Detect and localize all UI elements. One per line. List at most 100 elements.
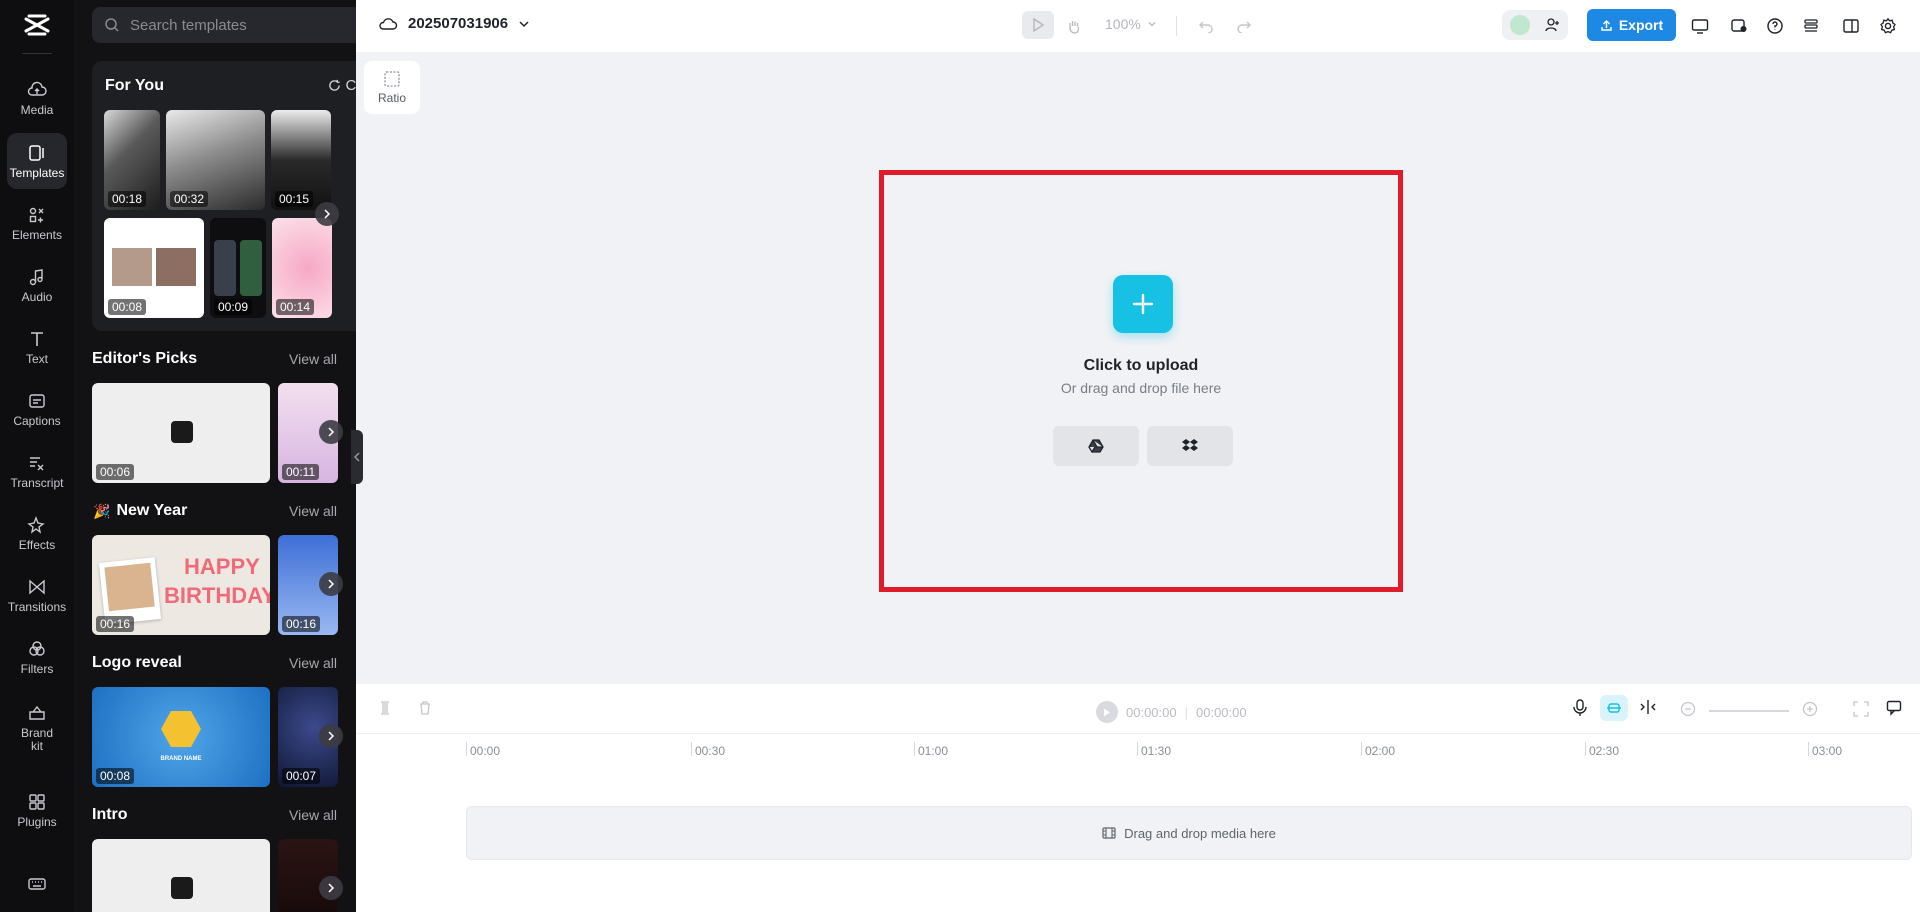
magnet-icon (1607, 703, 1621, 713)
zoom-out-button[interactable] (1680, 701, 1696, 722)
timeline-panel: 00:00:00 | 00:00:00 00:00 00:30 01:00 01… (356, 684, 1920, 912)
ruler-label: 03:00 (1812, 744, 1843, 758)
rail-item-label: Text (25, 351, 48, 366)
collaborators-group[interactable] (1502, 10, 1568, 40)
template-thumbnail[interactable]: 00:06 (92, 383, 270, 483)
effects-icon (27, 515, 45, 534)
zoom-dropdown[interactable]: 100% (1105, 16, 1157, 32)
ratio-button[interactable]: Ratio (364, 61, 420, 114)
transitions-icon (29, 578, 45, 595)
dropbox-button[interactable] (1147, 426, 1233, 466)
rail-item-elements[interactable]: Elements (7, 195, 67, 251)
ruler-label: 01:30 (1141, 744, 1172, 758)
zoom-in-button[interactable] (1802, 701, 1818, 722)
template-thumbnail[interactable] (92, 839, 270, 912)
trash-icon (420, 701, 430, 715)
template-thumbnail[interactable]: BRAND NAME 00:08 (92, 687, 270, 787)
capcut-logo-icon (171, 421, 193, 443)
keyboard-icon[interactable] (27, 874, 47, 894)
rail-item-brand-kit[interactable]: Brand kit (7, 696, 67, 760)
timeline-zoom-slider[interactable] (1709, 710, 1789, 712)
play-button[interactable] (1096, 701, 1118, 723)
split-screen-icon (1640, 700, 1656, 714)
search-input[interactable] (130, 16, 350, 34)
auto-snap-button[interactable] (1600, 695, 1628, 721)
present-button[interactable] (1686, 13, 1714, 39)
aspect-ratio-icon (384, 71, 400, 87)
template-thumbnail[interactable]: 00:09 (210, 218, 266, 318)
scroll-right-button[interactable] (319, 572, 343, 596)
rail-item-label: Transitions (7, 599, 67, 614)
undo-button[interactable] (1192, 13, 1220, 39)
chevron-right-icon (328, 579, 335, 589)
section-title-new-year: 🎉 New Year (93, 502, 188, 519)
capcut-logo-icon (171, 877, 193, 899)
rail-item-label: Effects (18, 537, 56, 552)
timeline-toolbar: 00:00:00 | 00:00:00 (356, 684, 1920, 734)
current-time: 00:00:00 (1126, 704, 1177, 720)
rail-item-label: Elements (11, 227, 63, 242)
template-thumbnail[interactable]: 00:32 (166, 110, 265, 210)
layers-button[interactable] (1797, 13, 1825, 39)
upload-button[interactable] (1113, 275, 1173, 333)
google-drive-button[interactable] (1053, 426, 1139, 466)
total-time: 00:00:00 (1196, 704, 1247, 720)
avatar[interactable] (1509, 15, 1530, 35)
template-thumbnail[interactable]: 00:08 (104, 218, 204, 318)
settings-button[interactable] (1874, 13, 1902, 39)
transcript-icon (30, 456, 44, 470)
rail-item-label: Captions (13, 413, 61, 428)
collapse-panel-handle[interactable] (351, 430, 363, 484)
rail-item-transitions[interactable]: Transitions (7, 567, 67, 623)
template-thumbnail[interactable]: 00:18 (104, 110, 160, 210)
google-drive-icon (1088, 439, 1104, 453)
rail-item-filters[interactable]: Filters (7, 629, 67, 685)
rail-item-label: Media (20, 102, 54, 117)
link-tracks-button[interactable] (1639, 699, 1657, 720)
templates-icon (29, 144, 44, 161)
scroll-right-button[interactable] (319, 420, 343, 444)
view-all-link[interactable]: View all (289, 655, 356, 671)
rail-item-audio[interactable]: Audio (7, 257, 67, 313)
review-button[interactable] (1725, 13, 1753, 39)
template-thumbnail[interactable]: 00:15 (271, 110, 331, 210)
delete-button[interactable] (418, 700, 432, 721)
rail-item-plugins[interactable]: Plugins (7, 782, 67, 838)
split-button[interactable] (378, 700, 392, 721)
rail-item-text[interactable]: Text (7, 319, 67, 375)
rail-item-effects[interactable]: Effects (7, 505, 67, 561)
rail-item-captions[interactable]: Captions (7, 381, 67, 437)
export-button[interactable]: Export (1587, 9, 1676, 41)
feedback-button[interactable] (1886, 700, 1902, 721)
hand-tool-button[interactable] (1060, 13, 1088, 39)
music-note-icon (29, 268, 43, 285)
rail-item-transcript[interactable]: Transcript (7, 443, 67, 499)
pointer-icon (1033, 17, 1045, 33)
scroll-right-button[interactable] (315, 202, 339, 226)
help-button[interactable] (1761, 13, 1789, 39)
shield-check-icon (1731, 19, 1747, 32)
project-name-dropdown[interactable]: 202507031906 (378, 15, 530, 32)
hexagon-logo-icon (161, 711, 201, 747)
rail-item-media[interactable]: Media (7, 70, 67, 126)
upload-dropzone[interactable]: Click to upload Or drag and drop file he… (879, 170, 1403, 592)
template-thumbnail[interactable]: HAPPY BIRTHDAY 00:16 (92, 535, 270, 635)
fit-timeline-button[interactable] (1853, 701, 1869, 722)
record-voice-button[interactable] (1572, 699, 1588, 722)
change-button[interactable]: Change (328, 77, 356, 94)
view-all-link[interactable]: View all (289, 351, 356, 367)
select-tool-button[interactable] (1022, 11, 1054, 39)
view-all-link[interactable]: View all (289, 807, 356, 823)
redo-button[interactable] (1230, 13, 1258, 39)
scroll-right-button[interactable] (319, 724, 343, 748)
rail-item-templates[interactable]: Templates (7, 133, 67, 189)
search-box[interactable] (92, 7, 356, 43)
search-icon (105, 18, 119, 32)
capcut-logo-icon[interactable] (0, 10, 74, 40)
template-thumbnail[interactable]: 00:14 (272, 218, 332, 318)
media-drop-track[interactable]: Drag and drop media here (466, 806, 1912, 860)
scroll-right-button[interactable] (319, 876, 343, 900)
view-all-link[interactable]: View all (289, 503, 356, 519)
undo-icon (1199, 21, 1213, 33)
panel-layout-button[interactable] (1837, 13, 1865, 39)
